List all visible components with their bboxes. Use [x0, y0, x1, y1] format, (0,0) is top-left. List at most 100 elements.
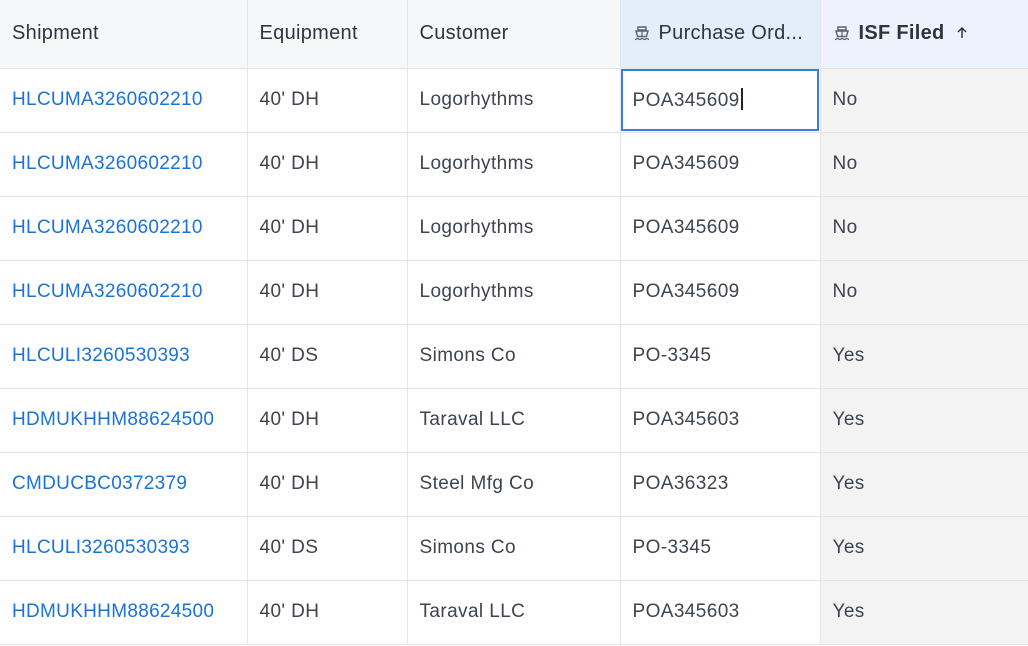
purchase-order-cell[interactable]: POA36323 — [620, 452, 821, 517]
shipment-link[interactable]: HLCUMA3260602210 — [0, 260, 248, 325]
equipment-cell: 40' DS — [247, 324, 408, 389]
isf-filed-cell: No — [820, 68, 1028, 133]
shipment-link[interactable]: CMDUCBC0372379 — [0, 452, 248, 517]
shipments-grid: Shipment Equipment Customer Purchase Ord… — [0, 0, 1028, 646]
shipments-table: Shipment Equipment Customer Purchase Ord… — [0, 0, 1028, 645]
cell-text: Yes — [832, 473, 865, 494]
equipment-cell: 40' DH — [247, 132, 408, 197]
cell-text: POA345609 — [632, 281, 740, 302]
cell-text: 40' DH — [259, 281, 320, 302]
column-header-label: Equipment — [259, 22, 358, 45]
table-header: Shipment Equipment Customer Purchase Ord… — [0, 0, 1028, 69]
cell-text: HLCUMA3260602210 — [12, 89, 203, 110]
isf-filed-cell: Yes — [820, 324, 1028, 389]
column-header-customer[interactable]: Customer — [407, 0, 621, 69]
table-body: HLCUMA3260602210 40' DH Logorhythms POA3… — [0, 68, 1028, 645]
cell-text: POA345609 — [632, 153, 740, 174]
isf-filed-cell: Yes — [820, 388, 1028, 453]
cell-text: 40' DH — [259, 409, 320, 430]
isf-filed-cell: No — [820, 260, 1028, 325]
table-row[interactable]: HLCULI3260530393 40' DS Simons Co PO-334… — [0, 324, 1028, 389]
cell-text: HDMUKHHM88624500 — [12, 409, 215, 430]
column-header-isf-filed[interactable]: ISF Filed — [820, 0, 1028, 69]
cell-text: No — [832, 217, 858, 238]
cell-text: 40' DH — [259, 153, 320, 174]
table-row[interactable]: HDMUKHHM88624500 40' DH Taraval LLC POA3… — [0, 388, 1028, 453]
customer-cell: Taraval LLC — [407, 580, 621, 645]
shipment-link[interactable]: HDMUKHHM88624500 — [0, 388, 248, 453]
table-row[interactable]: HLCUMA3260602210 40' DH Logorhythms POA3… — [0, 260, 1028, 325]
shipment-link[interactable]: HLCUMA3260602210 — [0, 132, 248, 197]
isf-filed-cell: Yes — [820, 580, 1028, 645]
column-header-label: ISF Filed — [858, 22, 945, 45]
cell-text: 40' DS — [259, 345, 319, 366]
cell-text: Yes — [832, 537, 865, 558]
purchase-order-cell[interactable]: POA345609 — [620, 132, 821, 197]
cell-text: POA345603 — [632, 409, 740, 430]
equipment-cell: 40' DH — [247, 388, 408, 453]
customer-cell: Steel Mfg Co — [407, 452, 621, 517]
purchase-order-cell[interactable]: POA345603 — [620, 388, 821, 453]
isf-filed-cell: No — [820, 196, 1028, 261]
cell-text: HLCULI3260530393 — [12, 537, 191, 558]
isf-filed-cell: Yes — [820, 516, 1028, 581]
shipment-link[interactable]: HLCUMA3260602210 — [0, 68, 248, 133]
cell-text: Logorhythms — [419, 217, 534, 238]
cell-text: 40' DH — [259, 473, 320, 494]
cell-text: No — [832, 89, 858, 110]
table-row[interactable]: CMDUCBC0372379 40' DH Steel Mfg Co POA36… — [0, 452, 1028, 517]
equipment-cell: 40' DH — [247, 452, 408, 517]
cell-text: HLCULI3260530393 — [12, 345, 191, 366]
shipment-link[interactable]: HLCUMA3260602210 — [0, 196, 248, 261]
cell-text: Yes — [832, 601, 865, 622]
cell-text: HLCUMA3260602210 — [12, 217, 203, 238]
cell-text: POA345609 — [632, 90, 740, 111]
cell-text: Logorhythms — [419, 153, 534, 174]
customer-cell: Simons Co — [407, 516, 621, 581]
column-header-equipment[interactable]: Equipment — [247, 0, 408, 69]
purchase-order-cell[interactable]: PO-3345 — [620, 324, 821, 389]
cell-text: Taraval LLC — [419, 409, 526, 430]
shipment-link[interactable]: HDMUKHHM88624500 — [0, 580, 248, 645]
table-row[interactable]: HDMUKHHM88624500 40' DH Taraval LLC POA3… — [0, 580, 1028, 645]
customer-cell: Simons Co — [407, 324, 621, 389]
equipment-cell: 40' DH — [247, 68, 408, 133]
cell-text: CMDUCBC0372379 — [12, 473, 188, 494]
shipment-link[interactable]: HLCULI3260530393 — [0, 324, 248, 389]
equipment-cell: 40' DH — [247, 580, 408, 645]
cell-text: Simons Co — [419, 345, 517, 366]
cell-text: Yes — [832, 345, 865, 366]
isf-filed-cell: No — [820, 132, 1028, 197]
cell-text: Logorhythms — [419, 89, 534, 110]
purchase-order-cell[interactable]: POA345609 — [620, 196, 821, 261]
cell-text: No — [832, 281, 858, 302]
ship-icon — [634, 26, 649, 41]
customer-cell: Logorhythms — [407, 260, 621, 325]
column-header-label: Purchase Ord... — [658, 22, 804, 45]
cell-text: HDMUKHHM88624500 — [12, 601, 215, 622]
column-header-shipment[interactable]: Shipment — [0, 0, 248, 69]
table-row[interactable]: HLCUMA3260602210 40' DH Logorhythms POA3… — [0, 68, 1028, 133]
purchase-order-cell[interactable]: POA345609 — [620, 260, 821, 325]
customer-cell: Taraval LLC — [407, 388, 621, 453]
purchase-order-cell[interactable]: PO-3345 — [620, 516, 821, 581]
cell-text: Steel Mfg Co — [419, 473, 535, 494]
cell-text: No — [832, 153, 858, 174]
purchase-order-edit-input[interactable]: POA345609 — [620, 68, 821, 133]
table-row[interactable]: HLCUMA3260602210 40' DH Logorhythms POA3… — [0, 132, 1028, 197]
cell-text: Yes — [832, 409, 865, 430]
cell-text: Simons Co — [419, 537, 517, 558]
equipment-cell: 40' DH — [247, 260, 408, 325]
table-row[interactable]: HLCUMA3260602210 40' DH Logorhythms POA3… — [0, 196, 1028, 261]
cell-text: PO-3345 — [632, 345, 712, 366]
table-row[interactable]: HLCULI3260530393 40' DS Simons Co PO-334… — [0, 516, 1028, 581]
cell-text: POA36323 — [632, 473, 729, 494]
column-header-purchase-order[interactable]: Purchase Ord... — [620, 0, 821, 69]
cell-text: HLCUMA3260602210 — [12, 153, 203, 174]
arrow-up-icon[interactable] — [955, 26, 969, 40]
equipment-cell: 40' DH — [247, 196, 408, 261]
cell-text: 40' DH — [259, 217, 320, 238]
shipment-link[interactable]: HLCULI3260530393 — [0, 516, 248, 581]
column-header-label: Shipment — [12, 22, 99, 45]
purchase-order-cell[interactable]: POA345603 — [620, 580, 821, 645]
